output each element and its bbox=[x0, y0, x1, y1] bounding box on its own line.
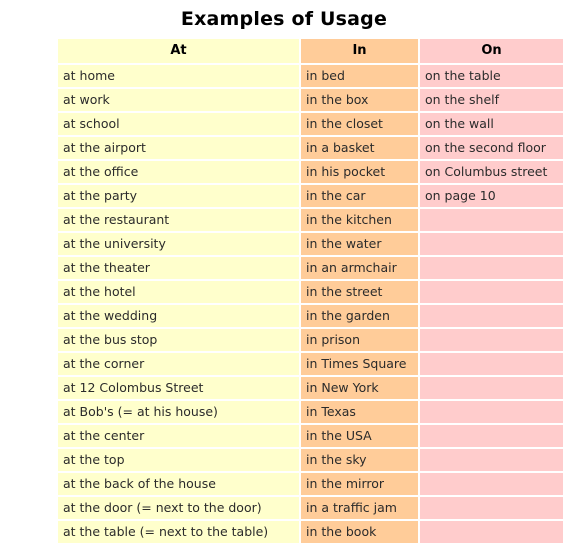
cell-on bbox=[420, 305, 563, 327]
table-row: at the top in the sky bbox=[58, 449, 563, 471]
cell-in: in Texas bbox=[301, 401, 418, 423]
cell-on bbox=[420, 449, 563, 471]
prepositions-usage-table: At In On at home in bed on the table at wor… bbox=[56, 37, 565, 545]
cell-on: on the wall bbox=[420, 113, 563, 135]
cell-in: in Times Square bbox=[301, 353, 418, 375]
cell-on bbox=[420, 401, 563, 423]
cell-in: in New York bbox=[301, 377, 418, 399]
cell-in: in an armchair bbox=[301, 257, 418, 279]
cell-at: at the center bbox=[58, 425, 299, 447]
table-row: at the theater in an armchair bbox=[58, 257, 563, 279]
cell-at: at the corner bbox=[58, 353, 299, 375]
table-row: at the airport in a basket on the second f… bbox=[58, 137, 563, 159]
cell-at: at the wedding bbox=[58, 305, 299, 327]
cell-at: at the top bbox=[58, 449, 299, 471]
page-title: Examples of Usage bbox=[180, 8, 388, 30]
cell-at: at the university bbox=[58, 233, 299, 255]
cell-at: at the theater bbox=[58, 257, 299, 279]
cell-in: in his pocket bbox=[301, 161, 418, 183]
cell-on bbox=[420, 209, 563, 231]
table-row: at the party in the car on page 10 bbox=[58, 185, 563, 207]
cell-at: at the party bbox=[58, 185, 299, 207]
cell-on bbox=[420, 281, 563, 303]
cell-on bbox=[420, 329, 563, 351]
cell-on bbox=[420, 521, 563, 543]
cell-on bbox=[420, 497, 563, 519]
table-row: at the wedding in the garden bbox=[58, 305, 563, 327]
table-body: at home in bed on the table at work in the b… bbox=[58, 65, 563, 543]
table-header: At In On bbox=[58, 39, 563, 63]
table-row: at the restaurant in the kitchen bbox=[58, 209, 563, 231]
table-row: at the back of the house in the mirror bbox=[58, 473, 563, 495]
column-header-on: On bbox=[420, 39, 563, 63]
cell-at: at the door (= next to the door) bbox=[58, 497, 299, 519]
table-row: at home in bed on the table bbox=[58, 65, 563, 87]
cell-in: in the sky bbox=[301, 449, 418, 471]
cell-in: in the street bbox=[301, 281, 418, 303]
cell-on bbox=[420, 353, 563, 375]
cell-on: on the second floor bbox=[420, 137, 563, 159]
cell-at: at the back of the house bbox=[58, 473, 299, 495]
cell-on bbox=[420, 257, 563, 279]
cell-in: in the car bbox=[301, 185, 418, 207]
cell-at: at school bbox=[58, 113, 299, 135]
cell-on bbox=[420, 473, 563, 495]
cell-in: in the garden bbox=[301, 305, 418, 327]
cell-at: at the restaurant bbox=[58, 209, 299, 231]
table-row: at the door (= next to the door) in a tra… bbox=[58, 497, 563, 519]
cell-at: at work bbox=[58, 89, 299, 111]
cell-in: in the kitchen bbox=[301, 209, 418, 231]
cell-in: in the USA bbox=[301, 425, 418, 447]
cell-at: at 12 Colombus Street bbox=[58, 377, 299, 399]
table-row: at the center in the USA bbox=[58, 425, 563, 447]
column-header-in: In bbox=[301, 39, 418, 63]
cell-on bbox=[420, 233, 563, 255]
cell-in: in the book bbox=[301, 521, 418, 543]
page-root: Examples of Usage At In On at home in bed… bbox=[0, 0, 570, 543]
table-row: at the corner in Times Square bbox=[58, 353, 563, 375]
table-row: at 12 Colombus Street in New York bbox=[58, 377, 563, 399]
usage-table-container: At In On at home in bed on the table at wor… bbox=[0, 32, 570, 545]
table-row: at the bus stop in prison bbox=[58, 329, 563, 351]
table-row: at the table (= next to the table) in the… bbox=[58, 521, 563, 543]
table-header-row: At In On bbox=[58, 39, 563, 63]
table-row: at the hotel in the street bbox=[58, 281, 563, 303]
cell-at: at the airport bbox=[58, 137, 299, 159]
cell-in: in bed bbox=[301, 65, 418, 87]
cell-on bbox=[420, 425, 563, 447]
cell-at: at the bus stop bbox=[58, 329, 299, 351]
cell-at: at the hotel bbox=[58, 281, 299, 303]
cell-on: on Columbus street bbox=[420, 161, 563, 183]
cell-at: at home bbox=[58, 65, 299, 87]
cell-in: in a basket bbox=[301, 137, 418, 159]
table-row: at work in the box on the shelf bbox=[58, 89, 563, 111]
cell-at: at Bob's (= at his house) bbox=[58, 401, 299, 423]
cell-on: on the shelf bbox=[420, 89, 563, 111]
table-row: at Bob's (= at his house) in Texas bbox=[58, 401, 563, 423]
table-row: at the university in the water bbox=[58, 233, 563, 255]
cell-at: at the office bbox=[58, 161, 299, 183]
cell-on bbox=[420, 377, 563, 399]
table-row: at the office in his pocket on Columbus st… bbox=[58, 161, 563, 183]
cell-in: in a traffic jam bbox=[301, 497, 418, 519]
cell-on: on page 10 bbox=[420, 185, 563, 207]
cell-in: in the closet bbox=[301, 113, 418, 135]
cell-in: in the mirror bbox=[301, 473, 418, 495]
cell-at: at the table (= next to the table) bbox=[58, 521, 299, 543]
cell-in: in prison bbox=[301, 329, 418, 351]
cell-in: in the box bbox=[301, 89, 418, 111]
cell-on: on the table bbox=[420, 65, 563, 87]
cell-in: in the water bbox=[301, 233, 418, 255]
column-header-at: At bbox=[58, 39, 299, 63]
table-row: at school in the closet on the wall bbox=[58, 113, 563, 135]
